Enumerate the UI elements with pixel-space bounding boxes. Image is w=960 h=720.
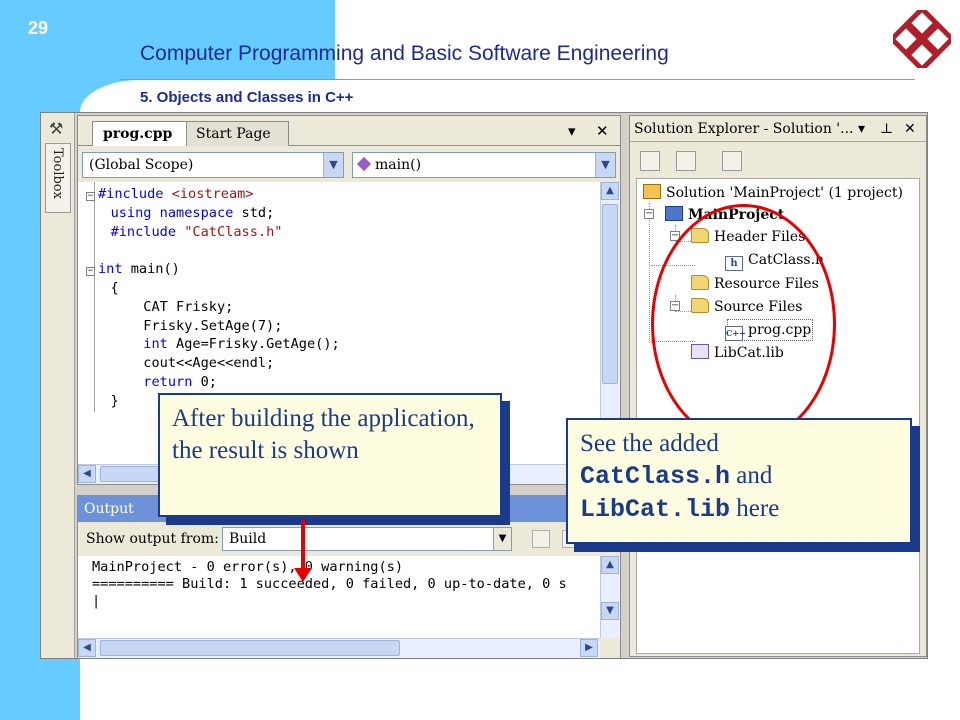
callout-file-name: CatClass.h — [580, 462, 731, 491]
output-horizontal-scrollbar[interactable]: ◀ ▶ — [78, 638, 600, 658]
editor-tab-strip: prog.cpp Start Page ▾ ✕ — [78, 116, 620, 146]
highlight-circle — [651, 204, 836, 444]
output-line: | — [92, 593, 101, 609]
scope-dropdown[interactable]: (Global Scope) ▼ — [82, 152, 344, 178]
collapse-icon[interactable]: − — [644, 209, 654, 219]
scroll-thumb[interactable] — [100, 640, 400, 656]
close-icon[interactable]: ✕ — [596, 122, 609, 140]
chevron-down-icon[interactable]: ▼ — [493, 528, 511, 550]
member-dropdown[interactable]: main() ▼ — [352, 152, 616, 178]
callout-text: here — [730, 495, 780, 522]
slide-title: Computer Programming and Basic Software … — [140, 42, 669, 65]
solution-explorer-titlebar: Solution Explorer - Solution '... ▾ ⊥ ✕ — [630, 116, 926, 142]
scroll-left-icon[interactable]: ◀ — [78, 639, 96, 657]
show-all-files-icon[interactable] — [640, 151, 660, 171]
refresh-icon[interactable] — [676, 151, 696, 171]
scroll-left-icon[interactable]: ◀ — [78, 465, 96, 483]
callout-text: After building the application, the resu… — [172, 405, 475, 464]
code-lines: − #include <iostream> using namespace std… — [86, 186, 340, 409]
solution-explorer-toolbar — [630, 143, 926, 177]
output-vertical-scrollbar[interactable]: ▲ ▼ — [600, 556, 620, 638]
tab-start-page[interactable]: Start Page — [185, 121, 289, 146]
page-number: 29 — [28, 18, 49, 38]
tree-item-solution[interactable]: Solution 'MainProject' (1 project) — [643, 183, 903, 203]
title-rule — [120, 79, 915, 80]
scroll-right-icon[interactable]: ▶ — [580, 639, 598, 657]
navigation-bar: (Global Scope) ▼ main() ▼ — [78, 147, 620, 181]
scroll-thumb[interactable] — [602, 204, 618, 384]
properties-icon[interactable] — [722, 151, 742, 171]
output-line: MainProject - 0 error(s), 0 warning(s) — [92, 559, 403, 575]
toolbox-tab[interactable]: Toolbox — [45, 143, 71, 213]
chevron-down-icon[interactable]: ▼ — [323, 153, 343, 177]
callout-text: and — [730, 462, 773, 489]
callout-file-name: LibCat.lib — [580, 495, 731, 524]
slide-subtitle: 5. Objects and Classes in C++ — [140, 89, 354, 106]
added-files-callout: See the added CatClass.h and LibCat.lib … — [566, 418, 912, 544]
method-icon — [356, 156, 372, 172]
output-title: Output — [84, 501, 134, 517]
scroll-down-icon[interactable]: ▼ — [601, 602, 619, 620]
show-output-label: Show output from: — [86, 531, 219, 547]
toolbox-strip: ⚒ Toolbox — [41, 113, 75, 658]
close-icon[interactable]: ✕ — [904, 116, 916, 142]
chevron-down-icon[interactable]: ▾ — [858, 116, 865, 142]
callout-text: See the added — [580, 430, 719, 457]
tree-guide — [649, 203, 650, 343]
scope-value: (Global Scope) — [89, 157, 194, 173]
build-result-callout: After building the application, the resu… — [158, 393, 502, 517]
red-arrow-head — [294, 568, 312, 582]
member-value: main() — [375, 157, 422, 173]
output-toolbar: Show output from: Build ▼ — [78, 523, 620, 555]
red-arrow-shaft — [301, 520, 305, 572]
project-icon — [665, 206, 683, 221]
output-source-dropdown[interactable]: Build ▼ — [222, 527, 512, 551]
toolbox-label: Toolbox — [50, 148, 65, 199]
go-to-line-icon[interactable] — [532, 530, 550, 548]
tree-label: Solution 'MainProject' (1 project) — [666, 185, 903, 201]
output-source-value: Build — [229, 531, 267, 547]
scroll-up-icon[interactable]: ▲ — [601, 556, 619, 574]
chevron-down-icon[interactable]: ▾ — [568, 122, 576, 140]
chevron-down-icon[interactable]: ▼ — [595, 153, 615, 177]
university-logo-icon — [893, 10, 951, 68]
solution-explorer-title: Solution Explorer - Solution '... — [634, 121, 854, 137]
collapse-icon[interactable]: − — [86, 192, 95, 201]
pin-icon[interactable]: ⊥ — [880, 116, 893, 142]
output-pane: Output ▾ ✕ Show output from: Build ▼ Mai… — [77, 495, 621, 658]
tab-prog-cpp[interactable]: prog.cpp — [92, 121, 187, 146]
scroll-up-icon[interactable]: ▲ — [601, 182, 619, 200]
output-line: ========== Build: 1 succeeded, 0 failed,… — [92, 576, 567, 592]
output-text-area[interactable]: MainProject - 0 error(s), 0 warning(s) =… — [78, 556, 600, 638]
collapse-icon[interactable]: − — [86, 267, 95, 277]
output-lines: MainProject - 0 error(s), 0 warning(s) =… — [92, 559, 567, 610]
solution-icon — [643, 184, 661, 199]
toolbox-icon[interactable]: ⚒ — [49, 119, 63, 138]
